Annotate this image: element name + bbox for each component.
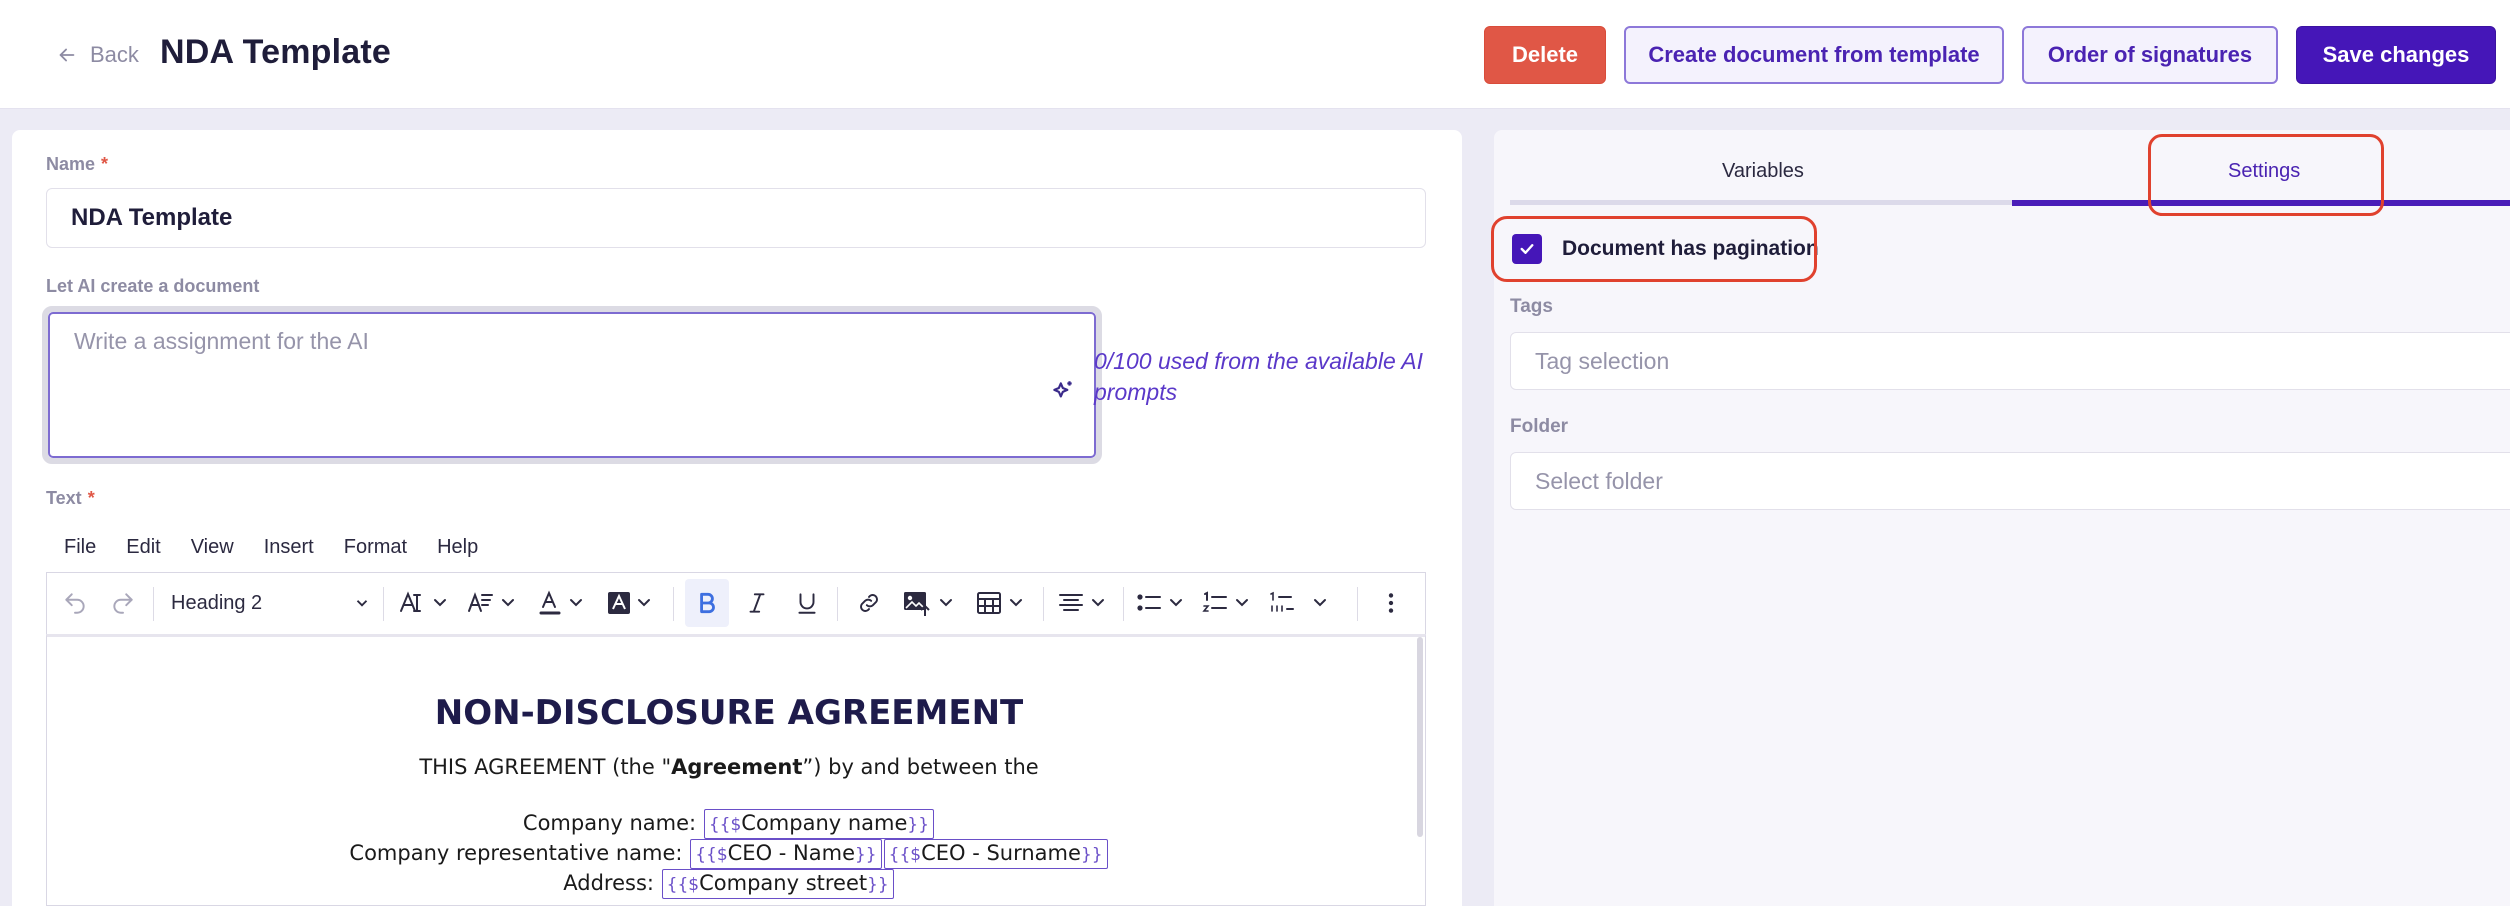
line-height-icon[interactable]: [463, 573, 523, 633]
tab-settings[interactable]: Settings: [2228, 160, 2300, 183]
highlight-color-icon[interactable]: [603, 573, 663, 633]
ai-label: Let AI create a document: [46, 276, 260, 296]
ai-usage-text: 0/100 used from the available AI prompts: [1094, 348, 1424, 405]
chevron-down-icon: [356, 600, 368, 607]
pagination-checkbox[interactable]: [1512, 234, 1542, 264]
ai-prompt-placeholder: Write a assignment for the AI: [74, 328, 369, 354]
document-editor[interactable]: NON-DISCLOSURE AGREEMENT THIS AGREEMENT …: [46, 634, 1426, 906]
representative-line: Company representative name: {{$CEO - Na…: [47, 839, 1411, 869]
delete-button[interactable]: Delete: [1484, 26, 1606, 84]
ai-prompt-wrapper: Write a assignment for the AI: [42, 306, 1102, 464]
arrow-left-icon: [59, 48, 75, 62]
tab-variables[interactable]: Variables: [1722, 160, 1804, 183]
italic-icon[interactable]: [737, 573, 777, 633]
settings-panel: Variables Settings Document has paginati…: [1494, 130, 2510, 906]
back-button[interactable]: Back: [56, 40, 139, 70]
active-tab-indicator: [2012, 200, 2510, 206]
document-intro: THIS AGREEMENT (the "Agreement”) by and …: [419, 755, 1039, 779]
pagination-label: Document has pagination: [1562, 237, 1819, 260]
text-label: Text *: [46, 488, 95, 508]
create-document-button[interactable]: Create document from template: [1624, 26, 2004, 84]
table-icon[interactable]: [973, 573, 1033, 633]
variable-chip[interactable]: {{$CEO - Name}}: [690, 839, 882, 869]
tags-label: Tags: [1510, 296, 1553, 317]
menu-view[interactable]: View: [191, 536, 234, 566]
font-size-icon[interactable]: [395, 573, 455, 633]
ai-prompt-textarea[interactable]: Write a assignment for the AI: [48, 312, 1096, 458]
pagination-toggle[interactable]: Document has pagination: [1512, 234, 1819, 264]
editor-menubar: File Edit View Insert Format Help: [64, 536, 508, 566]
variable-chip[interactable]: {{$Company street}}: [661, 869, 894, 899]
save-changes-button[interactable]: Save changes: [2296, 26, 2496, 84]
underline-icon[interactable]: [787, 573, 827, 633]
image-icon[interactable]: [899, 573, 965, 633]
tags-select[interactable]: Tag selection: [1510, 332, 2510, 390]
folder-select[interactable]: Select folder: [1510, 452, 2510, 510]
menu-format[interactable]: Format: [344, 536, 407, 566]
numbered-list-icon[interactable]: [1199, 573, 1259, 633]
editor-toolbar: Heading 2: [46, 572, 1426, 634]
name-label: Name *: [46, 154, 109, 174]
more-icon[interactable]: [1371, 573, 1411, 633]
name-input[interactable]: NDA Template: [46, 188, 1426, 248]
link-icon[interactable]: [849, 573, 889, 633]
text-color-icon[interactable]: [535, 573, 595, 633]
block-format-select[interactable]: Heading 2: [171, 573, 371, 633]
menu-file[interactable]: File: [64, 536, 96, 566]
variable-chip[interactable]: {{$Company name}}: [703, 809, 935, 839]
company-name-line: Company name: {{$Company name}}: [47, 809, 1411, 839]
top-bar: Back NDA Template Delete Create document…: [0, 0, 2510, 109]
sparkle-icon[interactable]: [1050, 378, 1076, 404]
check-icon: [1520, 244, 1534, 254]
back-label: Back: [90, 42, 139, 67]
folder-label: Folder: [1510, 416, 1569, 437]
menu-edit[interactable]: Edit: [126, 536, 160, 566]
bold-icon[interactable]: [685, 579, 729, 627]
redo-icon[interactable]: [105, 573, 141, 633]
template-form-panel: Name * NDA Template Let AI create a docum…: [12, 130, 1462, 906]
undo-icon[interactable]: [57, 573, 93, 633]
order-of-signatures-button[interactable]: Order of signatures: [2022, 26, 2278, 84]
variable-chip[interactable]: {{$CEO - Surname}}: [883, 839, 1108, 869]
align-icon[interactable]: [1055, 573, 1115, 633]
address-line: Address: {{$Company street}}: [47, 869, 1411, 899]
document-title: NON-DISCLOSURE AGREEMENT: [434, 693, 1024, 733]
menu-help[interactable]: Help: [437, 536, 478, 566]
menu-insert[interactable]: Insert: [264, 536, 314, 566]
required-mark: *: [87, 488, 95, 508]
required-mark: *: [101, 154, 109, 174]
editor-scrollbar[interactable]: [1417, 637, 1423, 837]
multilevel-list-icon[interactable]: [1265, 573, 1341, 633]
bullet-list-icon[interactable]: [1133, 573, 1193, 633]
page-title: NDA Template: [160, 33, 391, 71]
